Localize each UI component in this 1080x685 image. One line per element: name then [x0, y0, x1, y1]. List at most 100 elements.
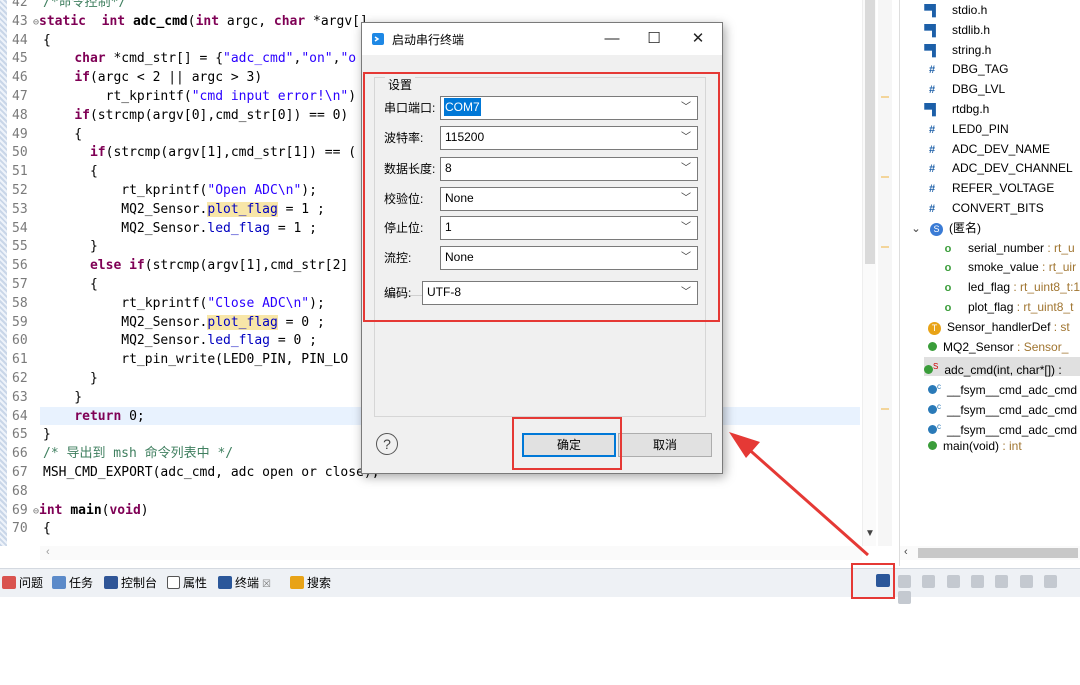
code-line[interactable]: 57 {: [12, 276, 380, 295]
outline-item[interactable]: c __fsym__cmd_adc_cmd: [928, 417, 1077, 437]
outline-item[interactable]: c __fsym__cmd_adc_cmd: [928, 397, 1077, 417]
dialog-titlebar[interactable]: 启动串行终端 — ☐ ✕: [362, 23, 722, 55]
outline-item[interactable]: # ADC_DEV_NAME: [924, 140, 1050, 159]
outline-horizontal-scrollbar[interactable]: ‹: [900, 546, 1080, 560]
code-line[interactable]: 42 /*命令控制*/: [12, 0, 380, 13]
ruler-marker[interactable]: [881, 96, 889, 98]
toolbar-icon[interactable]: [898, 591, 911, 604]
outline-item[interactable]: o serial_number : rt_u: [940, 239, 1075, 258]
outline-item[interactable]: T Sensor_handlerDef : st: [928, 318, 1070, 337]
tab-properties[interactable]: 属性: [167, 574, 207, 592]
close-icon[interactable]: ☒: [262, 579, 271, 590]
code-line[interactable]: 66 /* 导出到 msh 命令列表中 */: [12, 445, 380, 464]
outline-item[interactable]: o smoke_value : rt_uir: [940, 258, 1076, 277]
code-line[interactable]: 62 }: [12, 370, 380, 389]
code-line[interactable]: 56 else if(strcmp(argv[1],cmd_str[2]: [12, 257, 380, 276]
line-number: 67: [12, 464, 28, 480]
code-line[interactable]: 54 MQ2_Sensor.led_flag = 1 ;: [12, 220, 380, 239]
toolbar-icon[interactable]: [995, 575, 1009, 588]
close-button[interactable]: ✕: [680, 27, 716, 51]
code-line[interactable]: 69 ⊖int main(void): [12, 502, 380, 521]
code-token: MQ2_Sensor.: [43, 314, 208, 330]
outline-item[interactable]: ▀▌ rtdbg.h: [924, 100, 989, 119]
outline-item[interactable]: ▀▌ stdio.h: [924, 1, 987, 20]
code-line[interactable]: 49 {: [12, 126, 380, 145]
code-token: rt_kprintf(: [43, 182, 208, 198]
outline-item[interactable]: MQ2_Sensor : Sensor_: [928, 338, 1068, 357]
outline-item[interactable]: ⌄ S (匿名): [908, 219, 981, 238]
code-line[interactable]: 65}: [12, 426, 380, 445]
code-line[interactable]: 51 {: [12, 163, 380, 182]
tab-problems[interactable]: 问题: [2, 574, 43, 592]
code-line[interactable]: 70 {: [12, 520, 380, 539]
scrollbar-thumb[interactable]: [865, 0, 875, 264]
outline-item[interactable]: main(void) : int: [928, 437, 1022, 456]
code-line[interactable]: 46 if(argc < 2 || argc > 3): [12, 69, 380, 88]
code-line[interactable]: 58 rt_kprintf("Close ADC\n");: [12, 295, 380, 314]
code-line[interactable]: 44 {: [12, 32, 380, 51]
editor-horizontal-scrollbar[interactable]: ‹: [40, 546, 862, 560]
outline-item[interactable]: # REFER_VOLTAGE: [924, 179, 1054, 198]
toolbar-icon[interactable]: [946, 575, 960, 588]
scrollbar-thumb[interactable]: [918, 548, 1078, 558]
toolbar-icon[interactable]: [1044, 575, 1058, 588]
ruler-marker[interactable]: [881, 246, 889, 248]
scroll-left-icon[interactable]: ‹: [46, 546, 50, 558]
code-line[interactable]: 61 rt_pin_write(LED0_PIN, PIN_LO: [12, 351, 380, 370]
outline-item[interactable]: o plot_flag : rt_uint8_t: [940, 298, 1074, 317]
code-lines[interactable]: 42 /*命令控制*/ 43 ⊖static int adc_cmd(int argc…: [12, 0, 380, 539]
maximize-button[interactable]: ☐: [636, 27, 672, 51]
overview-ruler[interactable]: [878, 0, 892, 546]
tab-label: 终端: [235, 576, 260, 590]
outline-item[interactable]: o led_flag : rt_uint8_t:1: [940, 278, 1080, 297]
outline-item[interactable]: # ADC_DEV_CHANNEL: [924, 159, 1073, 178]
ruler-marker[interactable]: [881, 408, 889, 410]
code-line[interactable]: 63 }: [12, 389, 380, 408]
tab-terminal[interactable]: 终端 ☒: [218, 574, 271, 592]
code-line[interactable]: 67 MSH_CMD_EXPORT(adc_cmd, adc open or cl…: [12, 464, 380, 483]
code-line[interactable]: 47 rt_kprintf("cmd input error!\n"): [12, 88, 380, 107]
code-line[interactable]: 55 }: [12, 238, 380, 257]
dialog-title: 启动串行终端: [392, 33, 465, 47]
line-number: 56: [12, 258, 28, 274]
cancel-button[interactable]: 取消: [618, 433, 712, 457]
minimize-button[interactable]: —: [594, 27, 630, 51]
outline-item[interactable]: ▀▌ stdlib.h: [924, 21, 990, 40]
help-icon[interactable]: ?: [376, 433, 398, 455]
line-number: 70: [12, 521, 28, 537]
outline-item[interactable]: ▀▌ string.h: [924, 41, 991, 60]
code-line[interactable]: 60 MQ2_Sensor.led_flag = 0 ;: [12, 332, 380, 351]
tab-search[interactable]: 搜索: [290, 574, 331, 592]
outline-item[interactable]: # DBG_LVL: [924, 80, 1005, 99]
code-line[interactable]: 43 ⊖static int adc_cmd(int argc, char *ar…: [12, 13, 380, 32]
outline-item-label: (匿名): [949, 220, 981, 235]
line-number: 66: [12, 446, 28, 462]
ruler-marker[interactable]: [881, 176, 889, 178]
toolbar-icon[interactable]: [1019, 575, 1033, 588]
outline-item[interactable]: c __fsym__cmd_adc_cmd: [928, 377, 1078, 398]
code-line[interactable]: 48 if(strcmp(argv[0],cmd_str[0]) == 0): [12, 107, 380, 126]
outline-item[interactable]: Sadc_cmd(int, char*[]) :: [924, 357, 1080, 377]
code-line[interactable]: 52 rt_kprintf("Open ADC\n");: [12, 182, 380, 201]
scroll-down-icon[interactable]: ▼: [865, 528, 875, 539]
toolbar-icon[interactable]: [898, 575, 911, 588]
code-line[interactable]: 53 MQ2_Sensor.plot_flag = 1 ;: [12, 201, 380, 220]
code-line[interactable]: 64 return 0;: [12, 408, 380, 427]
code-line[interactable]: 59 MQ2_Sensor.plot_flag = 0 ;: [12, 314, 380, 333]
outline-item-label: __fsym__cmd_adc_cmd: [947, 383, 1078, 398]
editor-vertical-scrollbar[interactable]: ▼: [862, 0, 876, 546]
toolbar-icon[interactable]: [971, 575, 985, 588]
code-line[interactable]: 45 char *cmd_str[] = {"adc_cmd","on","o: [12, 50, 380, 69]
code-line[interactable]: 68: [12, 483, 380, 502]
tab-console[interactable]: 控制台: [104, 574, 157, 592]
outline-item-label: smoke_value: [968, 260, 1039, 275]
scroll-left-icon[interactable]: ‹: [904, 546, 908, 558]
outline-item[interactable]: # DBG_TAG: [924, 60, 1009, 79]
tab-tasks[interactable]: 任务: [52, 574, 93, 592]
outline-item[interactable]: # CONVERT_BITS: [924, 199, 1044, 218]
outline-item[interactable]: # LED0_PIN: [924, 120, 1009, 139]
code-line[interactable]: 50 if(strcmp(argv[1],cmd_str[1]) == (: [12, 144, 380, 163]
toolbar-icon[interactable]: [922, 575, 936, 588]
line-number: 53: [12, 201, 28, 217]
ok-highlight-box: [512, 417, 622, 470]
